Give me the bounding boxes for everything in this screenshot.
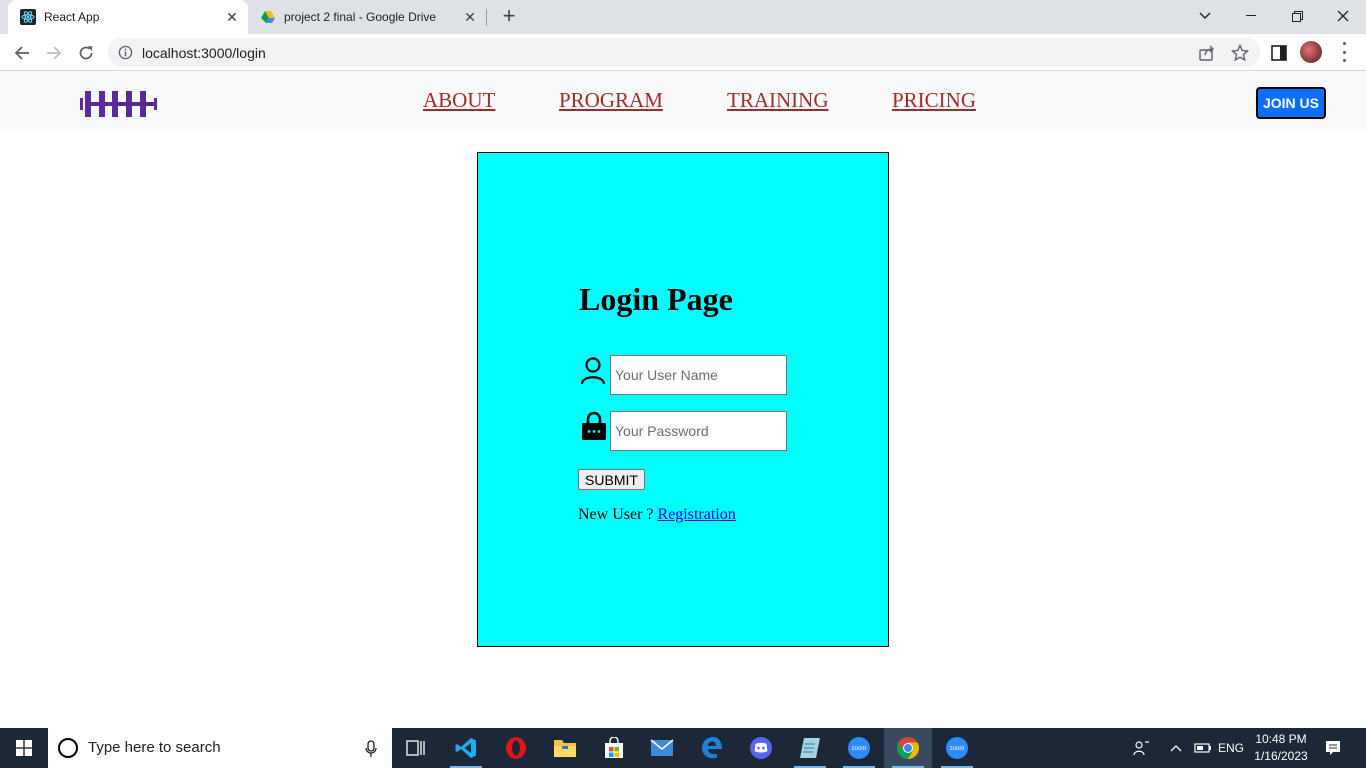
- address-bar[interactable]: localhost:3000/login: [108, 38, 1260, 67]
- mail-icon: [650, 739, 674, 756]
- reload-button[interactable]: [73, 40, 99, 66]
- back-button[interactable]: [9, 40, 35, 66]
- windows-logo-icon: [16, 740, 32, 756]
- menu-icon[interactable]: [1336, 42, 1352, 62]
- registration-link[interactable]: Registration: [658, 506, 736, 523]
- system-clock[interactable]: 10:48 PM 1/16/2023: [1250, 731, 1312, 765]
- username-input[interactable]: [610, 355, 787, 395]
- people-icon: [1133, 741, 1149, 756]
- start-button[interactable]: [0, 728, 48, 768]
- battery-icon: [1194, 743, 1211, 753]
- react-icon: [20, 9, 36, 25]
- nav-link-about[interactable]: ABOUT: [423, 88, 495, 113]
- windows-taskbar: Type here to search zoom zoom ENG 10:48 …: [0, 728, 1366, 768]
- chrome-icon: [897, 737, 919, 759]
- nav-link-pricing[interactable]: PRICING: [892, 88, 976, 113]
- password-input[interactable]: [610, 411, 787, 451]
- tab-title: React App: [44, 10, 100, 24]
- submit-button[interactable]: SUBMIT: [578, 469, 645, 490]
- profile-avatar[interactable]: [1300, 41, 1322, 63]
- tab-separator: [486, 9, 487, 26]
- close-icon: [1337, 10, 1349, 22]
- tab-search-button[interactable]: [1182, 0, 1228, 32]
- site-navbar: ABOUT PROGRAM TRAINING PRICING JOIN US: [0, 71, 1366, 129]
- info-icon[interactable]: [118, 45, 133, 60]
- page-title: Login Page: [579, 281, 733, 317]
- dumbbell-logo-icon[interactable]: [80, 89, 160, 119]
- taskbar-app-file-explorer[interactable]: [541, 728, 589, 768]
- arrow-right-icon: [47, 46, 62, 60]
- task-view-button[interactable]: [392, 728, 440, 768]
- taskbar-app-mail[interactable]: [638, 728, 686, 768]
- user-icon: [580, 357, 606, 385]
- svg-text:zoom: zoom: [950, 746, 965, 752]
- microphone-icon[interactable]: [364, 740, 378, 758]
- battery-tray-button[interactable]: [1190, 728, 1214, 768]
- clock-time: 10:48 PM: [1255, 732, 1307, 746]
- svg-text:zoom: zoom: [852, 746, 867, 752]
- task-view-icon: [406, 740, 425, 756]
- taskbar-app-zoom-2[interactable]: zoom: [933, 728, 981, 768]
- taskbar-app-chrome[interactable]: [884, 728, 932, 768]
- edge-icon: [702, 737, 722, 759]
- share-icon[interactable]: [1198, 44, 1216, 62]
- close-icon[interactable]: ✕: [462, 9, 478, 25]
- taskbar-app-notepad[interactable]: [786, 728, 834, 768]
- minimize-button[interactable]: [1228, 0, 1274, 32]
- tab-google-drive[interactable]: project 2 final - Google Drive ✕: [248, 0, 486, 34]
- zoom-icon: zoom: [848, 737, 870, 759]
- search-placeholder: Type here to search: [88, 739, 221, 756]
- lock-icon: [582, 411, 606, 440]
- tab-title: project 2 final - Google Drive: [284, 10, 437, 24]
- taskbar-app-opera[interactable]: [492, 728, 540, 768]
- star-icon[interactable]: [1231, 44, 1249, 62]
- opera-icon: [506, 737, 526, 759]
- new-user-line: New User ? Registration: [578, 506, 736, 524]
- restore-button[interactable]: [1274, 0, 1320, 32]
- file-explorer-icon: [554, 740, 576, 757]
- taskbar-app-microsoft-store[interactable]: [590, 728, 638, 768]
- chevron-down-icon: [1199, 12, 1211, 19]
- people-tray-button[interactable]: [1128, 728, 1154, 768]
- arrow-left-icon: [14, 46, 29, 60]
- close-icon[interactable]: ✕: [224, 9, 240, 25]
- chevron-up-icon: [1170, 745, 1182, 752]
- notepad-icon: [800, 738, 820, 758]
- url-text[interactable]: localhost:3000/login: [142, 45, 266, 61]
- login-card: Login Page SUBMIT New User ? Registratio…: [477, 152, 889, 647]
- discord-icon: [750, 737, 772, 759]
- minimize-icon: [1246, 15, 1256, 16]
- join-us-button[interactable]: JOIN US: [1256, 87, 1326, 119]
- google-drive-icon: [261, 11, 275, 23]
- forward-button[interactable]: [41, 40, 67, 66]
- taskbar-search[interactable]: Type here to search: [48, 728, 392, 768]
- notifications-button[interactable]: [1318, 728, 1348, 768]
- notification-icon: [1326, 741, 1340, 755]
- language-indicator[interactable]: ENG: [1214, 728, 1248, 768]
- vscode-icon: [455, 738, 476, 758]
- taskbar-app-discord[interactable]: [737, 728, 785, 768]
- taskbar-app-vscode[interactable]: [442, 728, 490, 768]
- restore-icon: [1291, 10, 1303, 22]
- reload-icon: [79, 46, 93, 60]
- close-window-button[interactable]: [1320, 0, 1366, 32]
- taskbar-app-zoom[interactable]: zoom: [835, 728, 883, 768]
- cortana-icon: [58, 738, 78, 758]
- side-panel-icon[interactable]: [1270, 44, 1288, 62]
- clock-date: 1/16/2023: [1254, 749, 1308, 763]
- new-tab-button[interactable]: +: [498, 5, 520, 28]
- microsoft-store-icon: [605, 737, 623, 758]
- show-hidden-icons-button[interactable]: [1164, 728, 1188, 768]
- nav-link-program[interactable]: PROGRAM: [559, 88, 663, 113]
- tab-react-app[interactable]: React App ✕: [8, 0, 248, 34]
- taskbar-app-edge[interactable]: [688, 728, 736, 768]
- browser-tab-strip: React App ✕ project 2 final - Google Dri…: [0, 0, 1366, 34]
- nav-link-training[interactable]: TRAINING: [727, 88, 828, 113]
- zoom-icon: zoom: [946, 737, 968, 759]
- new-user-text: New User ?: [578, 506, 654, 523]
- browser-toolbar: localhost:3000/login: [0, 34, 1366, 71]
